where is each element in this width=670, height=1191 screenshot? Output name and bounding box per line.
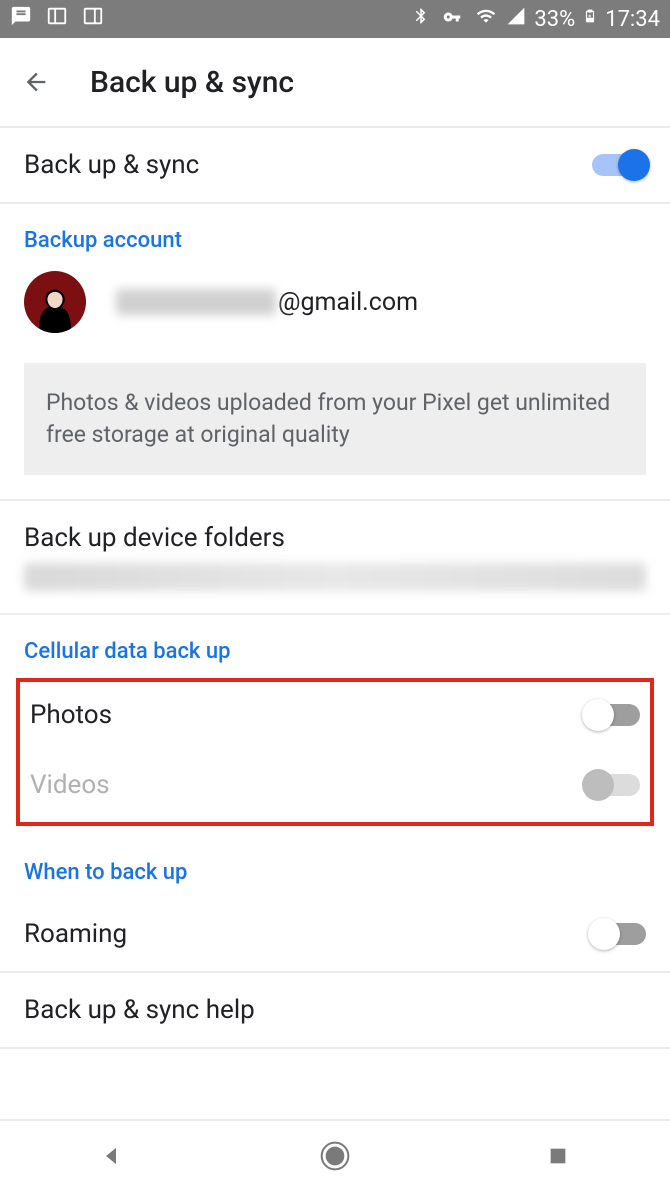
panel-icon — [46, 5, 68, 33]
chat-icon — [10, 5, 32, 33]
system-nav-bar — [0, 1119, 670, 1191]
cell-signal-icon — [506, 6, 526, 32]
help-label: Back up & sync help — [24, 995, 255, 1025]
email-suffix: @gmail.com — [278, 288, 418, 317]
cellular-videos-row[interactable]: Videos — [20, 748, 650, 822]
roaming-row[interactable]: Roaming — [0, 897, 670, 971]
cellular-photos-row[interactable]: Photos — [20, 682, 650, 748]
status-bar: 33% 17:34 — [0, 0, 670, 38]
back-button[interactable] — [22, 68, 50, 96]
backup-sync-toggle-row[interactable]: Back up & sync — [0, 128, 670, 202]
roaming-toggle[interactable] — [592, 923, 646, 945]
storage-info-card: Photos & videos uploaded from your Pixel… — [24, 363, 646, 475]
backup-account-row[interactable]: @gmail.com — [0, 265, 670, 353]
clock-time: 17:34 — [605, 7, 660, 32]
avatar — [24, 271, 86, 333]
redacted-email-prefix — [116, 289, 276, 315]
help-row[interactable]: Back up & sync help — [0, 973, 670, 1047]
nav-recent-button[interactable] — [541, 1139, 575, 1173]
roaming-label: Roaming — [24, 919, 127, 949]
battery-percent: 33% — [534, 7, 575, 32]
device-folders-row[interactable]: Back up device folders — [0, 501, 670, 559]
page-title: Back up & sync — [90, 65, 294, 100]
nav-home-button[interactable] — [318, 1139, 352, 1173]
cellular-section-label: Cellular data back up — [0, 615, 670, 676]
highlighted-area: Photos Videos — [16, 678, 654, 826]
when-section-label: When to back up — [0, 836, 670, 897]
backup-account-section-label: Backup account — [0, 204, 670, 265]
device-folders-subtitle-redacted — [24, 563, 646, 591]
bluetooth-icon — [412, 4, 430, 34]
cellular-photos-toggle[interactable] — [586, 704, 640, 726]
app-bar: Back up & sync — [0, 38, 670, 128]
panel-icon-2 — [82, 5, 104, 33]
backup-sync-label: Back up & sync — [24, 150, 199, 180]
account-email: @gmail.com — [116, 288, 418, 317]
vpn-key-icon — [438, 7, 466, 32]
wifi-icon — [474, 6, 498, 32]
device-folders-label: Back up device folders — [24, 523, 285, 553]
nav-back-button[interactable] — [95, 1139, 129, 1173]
cellular-photos-label: Photos — [30, 700, 112, 730]
battery-icon — [583, 5, 597, 33]
backup-sync-toggle[interactable] — [592, 154, 646, 176]
cellular-videos-toggle[interactable] — [586, 774, 640, 796]
cellular-videos-label: Videos — [30, 770, 110, 800]
